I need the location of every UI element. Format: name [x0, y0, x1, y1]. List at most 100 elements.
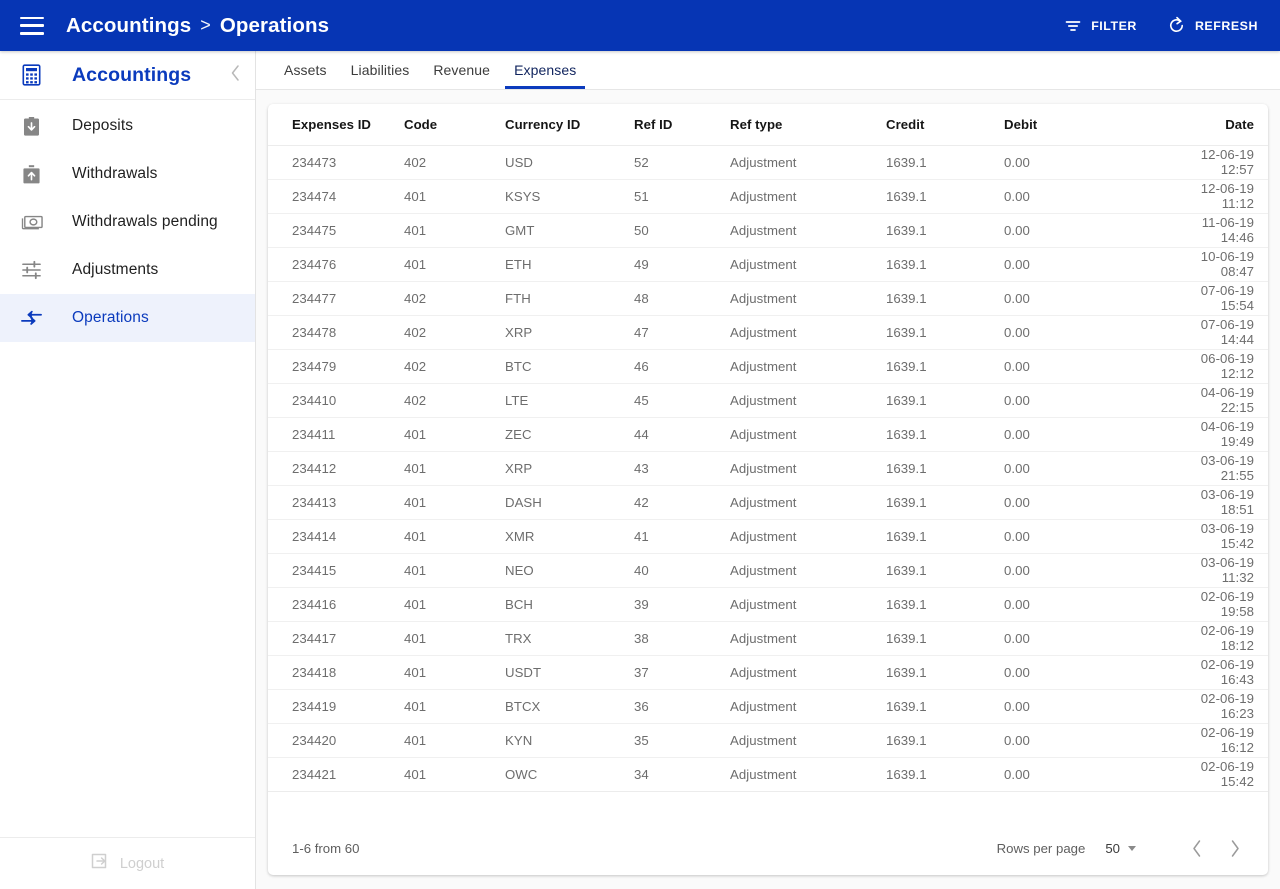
cell-expenses-id: 234420 — [268, 723, 404, 758]
cell-credit: 1639.1 — [886, 587, 1004, 622]
sidebar-item-label: Adjustments — [72, 261, 159, 278]
table-row[interactable]: 234473 402 USD 52 Adjustment 1639.1 0.00 12-06-… — [268, 145, 1268, 180]
breadcrumb: Accountings > Operations — [66, 14, 329, 38]
table-row[interactable]: 234415 401 NEO 40 Adjustment 1639.1 0.00 03-06-… — [268, 553, 1268, 588]
cell-date: 12-06-19 11:12 — [1184, 179, 1268, 214]
cell-debit: 0.00 — [1004, 179, 1184, 214]
cell-credit: 1639.1 — [886, 655, 1004, 690]
cell-code: 401 — [404, 451, 505, 486]
table-card-wrapper: Expenses ID Code Currency ID Ref ID Ref … — [256, 90, 1280, 889]
cell-credit: 1639.1 — [886, 315, 1004, 350]
cell-credit: 1639.1 — [886, 451, 1004, 486]
cell-code: 402 — [404, 145, 505, 180]
column-header-credit[interactable]: Credit — [886, 104, 1004, 146]
cell-ref-type: Adjustment — [730, 349, 886, 384]
hamburger-menu-icon[interactable] — [20, 16, 44, 35]
column-header-date[interactable]: Date — [1184, 104, 1268, 146]
rows-per-page-select[interactable]: 50 — [1105, 841, 1136, 856]
table-row[interactable]: 234410 402 LTE 45 Adjustment 1639.1 0.00 04-06-… — [268, 383, 1268, 418]
sidebar-item-operations[interactable]: Operations — [0, 294, 255, 342]
tab-revenue[interactable]: Revenue — [421, 50, 502, 89]
table-row[interactable]: 234417 401 TRX 38 Adjustment 1639.1 0.00 02-06-… — [268, 621, 1268, 656]
table-row[interactable]: 234479 402 BTC 46 Adjustment 1639.1 0.00 06-06-… — [268, 349, 1268, 384]
cell-expenses-id: 234473 — [268, 145, 404, 180]
logout-arrow-icon — [91, 852, 109, 875]
table-row[interactable]: 234478 402 XRP 47 Adjustment 1639.1 0.00 07-06-… — [268, 315, 1268, 350]
table-row[interactable]: 234418 401 USDT 37 Adjustment 1639.1 0.00 02-06… — [268, 655, 1268, 690]
table-row[interactable]: 234477 402 FTH 48 Adjustment 1639.1 0.00 07-06-… — [268, 281, 1268, 316]
cell-currency-id: FTH — [505, 281, 634, 316]
sidebar-collapse-icon[interactable] — [230, 64, 241, 86]
column-header-ref-type[interactable]: Ref type — [730, 104, 886, 146]
previous-page-button[interactable] — [1178, 829, 1216, 867]
tab-label: Expenses — [514, 61, 577, 78]
cell-ref-type: Adjustment — [730, 655, 886, 690]
table-row[interactable]: 234421 401 OWC 34 Adjustment 1639.1 0.00 02-06-… — [268, 757, 1268, 792]
sidebar-item-label: Withdrawals pending — [72, 213, 218, 230]
cell-ref-type: Adjustment — [730, 587, 886, 622]
cell-currency-id: XMR — [505, 519, 634, 554]
table-body: 234473 402 USD 52 Adjustment 1639.1 0.00 12-06-… — [268, 145, 1268, 792]
cell-currency-id: LTE — [505, 383, 634, 418]
cell-currency-id: ETH — [505, 247, 634, 282]
cell-debit: 0.00 — [1004, 145, 1184, 180]
cell-credit: 1639.1 — [886, 689, 1004, 724]
breadcrumb-root[interactable]: Accountings — [66, 14, 191, 38]
cell-code: 401 — [404, 621, 505, 656]
cell-ref-id: 52 — [634, 145, 730, 180]
cell-date: 11-06-19 14:46 — [1184, 213, 1268, 248]
cell-ref-type: Adjustment — [730, 281, 886, 316]
table-row[interactable]: 234474 401 KSYS 51 Adjustment 1639.1 0.00 12-06… — [268, 179, 1268, 214]
tab-bar: Assets Liabilities Revenue Expenses — [256, 51, 1280, 90]
cell-ref-type: Adjustment — [730, 757, 886, 792]
cell-expenses-id: 234421 — [268, 757, 404, 792]
column-header-debit[interactable]: Debit — [1004, 104, 1184, 146]
tab-assets[interactable]: Assets — [272, 50, 339, 89]
table-row[interactable]: 234419 401 BTCX 36 Adjustment 1639.1 0.00 02-06… — [268, 689, 1268, 724]
cell-code: 402 — [404, 315, 505, 350]
cell-date: 02-06-19 19:58 — [1184, 587, 1268, 622]
table-row[interactable]: 234413 401 DASH 42 Adjustment 1639.1 0.00 03-06… — [268, 485, 1268, 520]
logout-button[interactable]: Logout — [0, 837, 255, 889]
column-header-ref-id[interactable]: Ref ID — [634, 104, 730, 146]
cell-ref-id: 40 — [634, 553, 730, 588]
table-row[interactable]: 234420 401 KYN 35 Adjustment 1639.1 0.00 02-06-… — [268, 723, 1268, 758]
table-row[interactable]: 234475 401 GMT 50 Adjustment 1639.1 0.00 11-06-… — [268, 213, 1268, 248]
cell-credit: 1639.1 — [886, 179, 1004, 214]
sidebar-item-deposits[interactable]: Deposits — [0, 102, 255, 150]
cell-date: 03-06-19 18:51 — [1184, 485, 1268, 520]
column-header-expenses-id[interactable]: Expenses ID — [268, 104, 404, 146]
cell-code: 401 — [404, 519, 505, 554]
topbar-actions: FILTER REFRESH — [1062, 10, 1280, 41]
table-row[interactable]: 234416 401 BCH 39 Adjustment 1639.1 0.00 02-06-… — [268, 587, 1268, 622]
cell-currency-id: TRX — [505, 621, 634, 656]
tab-expenses[interactable]: Expenses — [502, 50, 588, 89]
cell-currency-id: BCH — [505, 587, 634, 622]
table-row[interactable]: 234412 401 XRP 43 Adjustment 1639.1 0.00 03-06-… — [268, 451, 1268, 486]
sidebar-item-withdrawals[interactable]: Withdrawals — [0, 150, 255, 198]
cell-expenses-id: 234416 — [268, 587, 404, 622]
cell-code: 401 — [404, 655, 505, 690]
table-row[interactable]: 234476 401 ETH 49 Adjustment 1639.1 0.00 10-06-… — [268, 247, 1268, 282]
refresh-button[interactable]: REFRESH — [1165, 10, 1260, 41]
tab-liabilities[interactable]: Liabilities — [339, 50, 422, 89]
filter-label: FILTER — [1091, 18, 1137, 33]
cell-ref-type: Adjustment — [730, 451, 886, 486]
cell-currency-id: OWC — [505, 757, 634, 792]
cell-code: 402 — [404, 349, 505, 384]
filter-button[interactable]: FILTER — [1062, 11, 1139, 41]
cell-currency-id: KSYS — [505, 179, 634, 214]
table-row[interactable]: 234411 401 ZEC 44 Adjustment 1639.1 0.00 04-06-… — [268, 417, 1268, 452]
cell-credit: 1639.1 — [886, 145, 1004, 180]
cell-ref-type: Adjustment — [730, 417, 886, 452]
cell-credit: 1639.1 — [886, 519, 1004, 554]
table-row[interactable]: 234414 401 XMR 41 Adjustment 1639.1 0.00 03-06-… — [268, 519, 1268, 554]
column-header-code[interactable]: Code — [404, 104, 505, 146]
table-footer: 1-6 from 60 Rows per page 50 — [268, 821, 1268, 875]
sidebar-item-withdrawals-pending[interactable]: Withdrawals pending — [0, 198, 255, 246]
cell-ref-id: 48 — [634, 281, 730, 316]
next-page-button[interactable] — [1216, 829, 1254, 867]
sidebar-item-adjustments[interactable]: Adjustments — [0, 246, 255, 294]
column-header-currency-id[interactable]: Currency ID — [505, 104, 634, 146]
cell-date: 04-06-19 22:15 — [1184, 383, 1268, 418]
